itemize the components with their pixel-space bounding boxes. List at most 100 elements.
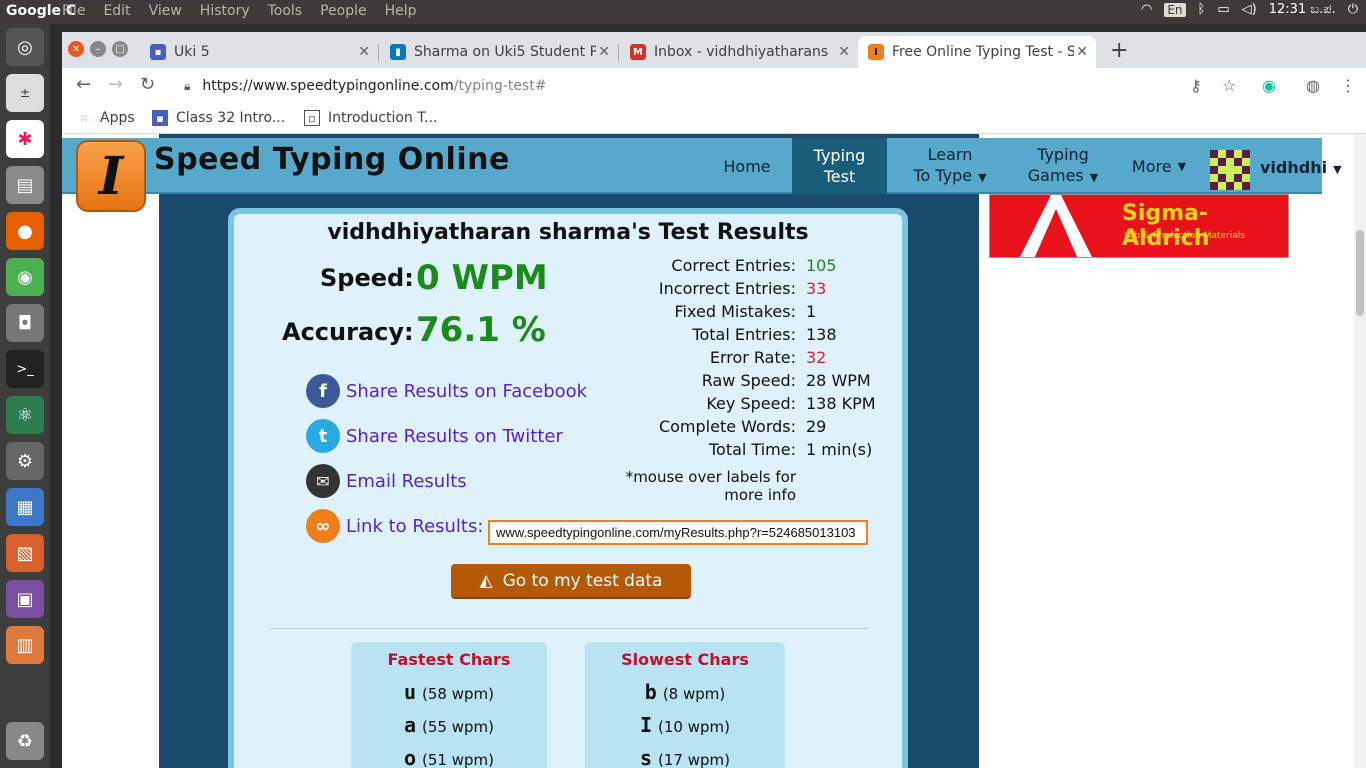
address-bar[interactable]: 🔒︎ https://www.speedtypingonline.com/typ… xyxy=(172,72,1272,100)
scrollbar-thumb[interactable] xyxy=(1356,230,1364,316)
stat-key-speed: Key Speed: 138 KPM xyxy=(706,394,876,413)
grammarly-extension-icon[interactable]: ◉ xyxy=(1262,76,1276,95)
email-results-link[interactable]: ✉ Email Results xyxy=(306,464,467,498)
nav-typing-games[interactable]: Typing Games ▼ xyxy=(1018,138,1108,194)
atom-app-icon[interactable]: ⚛ xyxy=(6,396,44,434)
stat-total-time: Total Time: 1 min(s) xyxy=(709,440,873,459)
software-app-icon[interactable]: ▥ xyxy=(6,626,44,664)
bookmark-star-icon[interactable]: ☆ xyxy=(1222,76,1236,95)
stat-incorrect-entries: Incorrect Entries: 33 xyxy=(658,279,827,298)
chevron-down-icon: ▼ xyxy=(1089,171,1099,184)
apps-grid-icon: ⁙ xyxy=(79,111,89,125)
menu-file[interactable]: File xyxy=(62,3,85,19)
files-app-icon[interactable]: ▤ xyxy=(6,166,44,204)
display-app-icon[interactable]: ▣ xyxy=(6,580,44,618)
close-tab-icon[interactable]: ✕ xyxy=(838,44,850,60)
lock-icon[interactable]: 🔒︎ xyxy=(184,79,190,94)
firefox-app-icon[interactable]: ● xyxy=(6,212,44,250)
gmail-icon: M xyxy=(630,44,646,60)
document-icon: ▫ xyxy=(304,110,320,126)
stat-error-rate: Error Rate: 32 xyxy=(709,348,827,367)
user-menu[interactable]: vidhdhi ▼ xyxy=(1260,158,1342,177)
tab-gmail[interactable]: M Inbox - vidhdhiyatharans ✕ xyxy=(620,36,858,68)
dash-icon[interactable]: ◎ xyxy=(6,28,44,66)
bookmarks-bar: ⁙ Apps ▪ Class 32 Intro... ▫ Introductio… xyxy=(62,104,1366,134)
results-link-field[interactable]: www.speedtypingonline.com/myResults.php?… xyxy=(488,520,868,545)
stat-raw-speed: Raw Speed: 28 WPM xyxy=(701,371,871,390)
volume-icon[interactable]: ◁) xyxy=(1242,2,1257,17)
user-avatar[interactable] xyxy=(1210,150,1250,190)
back-icon[interactable]: ← xyxy=(76,74,91,95)
tab-speedtyping[interactable]: I Free Online Typing Test - S ✕ xyxy=(858,36,1096,68)
maximize-window-icon[interactable]: □ xyxy=(112,41,128,57)
share-twitter-link[interactable]: t Share Results on Twitter xyxy=(306,419,563,453)
key-icon[interactable]: ⚷ xyxy=(1190,76,1202,95)
camera-app-icon[interactable]: ◘ xyxy=(6,304,44,342)
ad-graphic xyxy=(1034,209,1078,257)
impress-app-icon[interactable]: ▧ xyxy=(6,534,44,572)
bookmark-apps[interactable]: ⁙ Apps xyxy=(76,110,134,126)
battery-icon[interactable]: ▭ xyxy=(1217,2,1229,17)
menu-history[interactable]: History xyxy=(200,3,250,19)
keyboard-layout-indicator[interactable]: En xyxy=(1164,2,1186,17)
nav-more[interactable]: More ▼ xyxy=(1124,138,1194,194)
chrome-app-icon[interactable]: ◉ xyxy=(6,258,44,296)
close-window-icon[interactable]: ✕ xyxy=(68,41,84,57)
fastest-chars-heading: Fastest Chars xyxy=(387,650,511,669)
chevron-down-icon: ▼ xyxy=(1333,163,1342,176)
menu-edit[interactable]: Edit xyxy=(103,3,130,19)
close-tab-icon[interactable]: ✕ xyxy=(598,44,610,60)
menu-view[interactable]: View xyxy=(149,3,182,19)
trello-icon: ▮ xyxy=(390,44,406,60)
settings-app-icon[interactable]: ⚙ xyxy=(6,442,44,480)
chevron-down-icon: ▼ xyxy=(1177,159,1187,173)
list-item: o (51 wpm) xyxy=(403,746,494,768)
facebook-icon: f xyxy=(306,374,340,408)
forward-icon[interactable]: → xyxy=(108,74,123,95)
trash-icon[interactable]: ♻ xyxy=(6,722,44,760)
test-results-card: vidhdhiyatharan sharma's Test Results Sp… xyxy=(228,208,908,768)
tab-uki5[interactable]: ▪ Uki 5 ✕ xyxy=(140,36,378,68)
system-tray: ◠ En ᛒ ▭ ◁) 12:31 ಬ.ಪ. ⏻ xyxy=(1141,2,1358,17)
bookmark-class32[interactable]: ▪ Class 32 Intro... xyxy=(152,110,285,126)
menu-help[interactable]: Help xyxy=(385,3,417,19)
ad-brand: Sigma-Aldrich xyxy=(1122,201,1210,251)
stat-total-entries: Total Entries: 138 xyxy=(692,325,837,344)
terminal-app-icon[interactable]: >_ xyxy=(6,350,44,388)
wifi-icon[interactable]: ◠ xyxy=(1141,2,1152,17)
menu-people[interactable]: People xyxy=(320,3,367,19)
chrome-menu-icon[interactable]: ⋮ xyxy=(1340,76,1356,95)
stat-complete-words: Complete Words: 29 xyxy=(658,417,827,436)
page-scrollbar[interactable] xyxy=(1354,134,1366,768)
profile-avatar-icon[interactable]: ◍ xyxy=(1306,76,1320,95)
writer-app-icon[interactable]: ▦ xyxy=(6,488,44,526)
stat-correct-entries: Correct Entries: 105 xyxy=(671,256,837,275)
slack-app-icon[interactable]: ✱ xyxy=(6,120,44,158)
accuracy-label[interactable]: Accuracy: xyxy=(282,318,414,346)
share-facebook-link[interactable]: f Share Results on Facebook xyxy=(306,374,587,408)
link-icon: ∞ xyxy=(306,509,340,543)
speed-value: 0 WPM xyxy=(416,258,548,298)
reload-icon[interactable]: ↻ xyxy=(140,74,155,95)
power-icon[interactable]: ⏻ xyxy=(1348,2,1358,17)
speed-label[interactable]: Speed: xyxy=(320,264,414,292)
tab-trello[interactable]: ▮ Sharma on Uki5 Student P ✕ xyxy=(380,36,618,68)
close-tab-icon[interactable]: ✕ xyxy=(1076,44,1088,60)
new-tab-button[interactable]: + xyxy=(1110,38,1128,63)
nav-home[interactable]: Home xyxy=(712,138,782,194)
advertisement-banner[interactable]: Sigma-Aldrich Lab & Production Materials xyxy=(989,194,1289,258)
site-logo[interactable]: I xyxy=(76,140,146,212)
bluetooth-icon[interactable]: ᛒ xyxy=(1198,2,1206,17)
close-tab-icon[interactable]: ✕ xyxy=(358,44,370,60)
minimize-window-icon[interactable]: – xyxy=(90,41,106,57)
tab-strip: ✕ – □ ▪ Uki 5 ✕ ▮ Sharma on Uki5 Student… xyxy=(62,32,1366,68)
clock[interactable]: 12:31 ಬ.ಪ. xyxy=(1269,2,1336,17)
calculator-app-icon[interactable]: ± xyxy=(6,74,44,112)
link-to-results-label[interactable]: ∞ Link to Results: xyxy=(306,509,483,543)
site-name[interactable]: Speed Typing Online xyxy=(154,142,510,177)
bookmark-introduction[interactable]: ▫ Introduction T... xyxy=(304,110,437,126)
nav-learn-to-type[interactable]: Learn To Type ▼ xyxy=(900,138,1000,194)
go-to-test-data-button[interactable]: ◭ Go to my test data xyxy=(451,564,691,599)
nav-typing-test[interactable]: Typing Test xyxy=(792,138,887,194)
menu-tools[interactable]: Tools xyxy=(268,3,303,19)
